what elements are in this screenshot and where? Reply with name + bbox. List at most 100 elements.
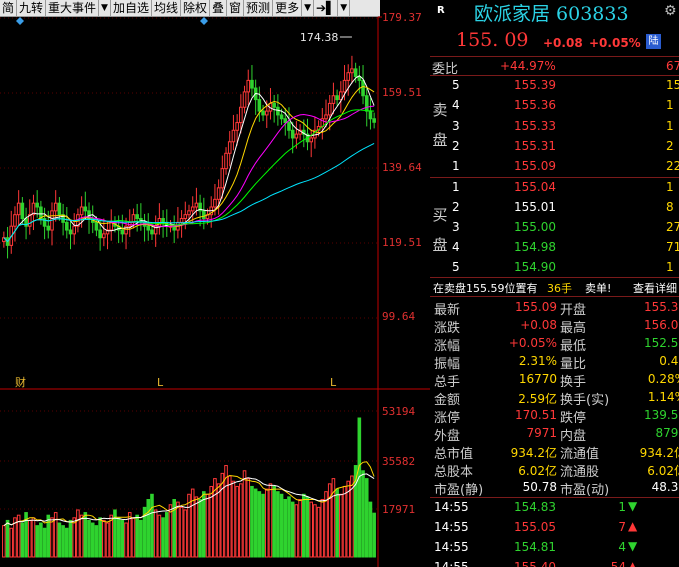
- candle-body: [172, 225, 176, 231]
- candle-body: [79, 206, 84, 216]
- volume-bar: [87, 519, 91, 558]
- volume-bar: [135, 514, 139, 558]
- tick-volume: 1: [618, 500, 626, 514]
- candle-body: [183, 214, 188, 220]
- stat-value: 7971: [526, 426, 557, 440]
- candle-body: [294, 133, 299, 139]
- event-diamond-icon: [200, 17, 208, 25]
- volume-bar: [257, 491, 262, 558]
- candle-body: [327, 102, 332, 116]
- stat-value: +0.05%: [508, 336, 557, 350]
- stat-value: 152.50: [644, 336, 679, 350]
- volume-bar: [31, 517, 36, 558]
- candle-body: [272, 102, 276, 108]
- volume-bar: [205, 493, 210, 558]
- quote-stat-row: 总手 16770换手 0.28%: [430, 371, 679, 390]
- candle-body: [179, 218, 184, 223]
- stat-label: 涨跌: [434, 321, 461, 336]
- tick-price: 155.05: [514, 520, 556, 534]
- candle-body: [331, 95, 336, 104]
- volume-bar: [368, 501, 373, 558]
- sell-level-row[interactable]: 1 155.09 22: [430, 157, 679, 175]
- sell-level-row[interactable]: 2 155.31 2: [430, 137, 679, 155]
- volume-tick-label: 53194: [382, 405, 416, 418]
- price-tick-label: 99.64: [382, 310, 416, 323]
- sell-level-row[interactable]: 5 155.39 15: [430, 76, 679, 94]
- volume-bar: [27, 519, 32, 558]
- volume-bar: [42, 527, 47, 558]
- candle-body: [83, 206, 88, 212]
- candle-body: [279, 114, 284, 120]
- view-detail-link[interactable]: 查看详细: [633, 280, 677, 296]
- stat-value: 48.31: [651, 480, 679, 494]
- tick-time: 14:55: [434, 500, 469, 514]
- divider: [430, 296, 679, 297]
- candle-body: [94, 221, 99, 231]
- candle-body: [368, 110, 373, 120]
- stat-value: 0.49: [659, 354, 679, 368]
- divider: [430, 497, 679, 498]
- buy-level-row[interactable]: 5 154.90 1: [430, 258, 679, 276]
- volume-bar: [339, 493, 343, 558]
- volume-bar: [250, 485, 254, 558]
- candle-body: [135, 214, 139, 220]
- buy-level-row[interactable]: 4 154.98 71: [430, 238, 679, 256]
- candle-body: [224, 152, 228, 170]
- volume-bar: [357, 417, 362, 558]
- gear-icon[interactable]: ⚙: [664, 3, 677, 19]
- volume-bar: [39, 522, 43, 558]
- sell-level-row[interactable]: 3 155.33 1: [430, 117, 679, 135]
- volume-bar: [9, 527, 14, 558]
- volume-bar: [61, 525, 65, 558]
- volume-bar: [272, 485, 276, 558]
- volume-bar: [150, 493, 154, 558]
- stat-label: 最新: [434, 303, 461, 318]
- stat-value: 170.51: [515, 408, 557, 422]
- kline-chart[interactable]: 174.38 财 L L: [0, 0, 430, 567]
- volume-bar: [202, 491, 206, 558]
- volume-bar: [139, 519, 143, 558]
- buy-level-row[interactable]: 1 155.04 1: [430, 178, 679, 196]
- buy-level-row[interactable]: 2 155.01 8: [430, 198, 679, 216]
- volume-bar: [231, 480, 236, 558]
- sell-level-row[interactable]: 4 155.36 1: [430, 96, 679, 114]
- volume-bar: [290, 501, 295, 558]
- volume-bar: [305, 496, 310, 558]
- stock-connect-badge: 陆: [646, 34, 661, 49]
- event-marker-label: L: [157, 376, 164, 389]
- weibi-row: 委比 +44.97% 67: [430, 57, 679, 77]
- candle-body: [57, 202, 62, 216]
- volume-bar: [2, 525, 6, 558]
- candle-body: [72, 225, 77, 235]
- volume-bar: [105, 522, 110, 558]
- candle-body: [68, 229, 73, 235]
- stat-value: 155.32: [644, 300, 679, 314]
- buy-level-row[interactable]: 3 155.00 27: [430, 218, 679, 236]
- volume-bar: [309, 501, 313, 558]
- candle-body: [98, 229, 102, 239]
- volume-bar: [176, 501, 180, 558]
- volume-bar: [194, 496, 199, 558]
- quote-stat-row: 振幅 2.31%量比 0.49: [430, 353, 679, 372]
- tick-row: 14:55 155.40 54 ▲: [430, 559, 679, 567]
- order-alert-text: 在卖盘155.59位置有: [433, 282, 538, 295]
- price-change: +0.08: [543, 36, 583, 50]
- candle-body: [120, 229, 125, 235]
- candle-body: [227, 141, 232, 154]
- candle-body: [287, 122, 291, 131]
- volume-bar: [261, 493, 265, 558]
- candle-body: [346, 72, 351, 81]
- stat-label: 换手(实): [560, 393, 610, 408]
- stat-label: 金额: [434, 393, 461, 408]
- candle-body: [335, 95, 339, 101]
- candle-body: [239, 106, 243, 124]
- volume-bar: [361, 470, 365, 558]
- candle-body: [250, 79, 254, 89]
- order-alert-type: 卖单!: [585, 282, 612, 295]
- stat-value: 6.02亿: [647, 464, 679, 478]
- tick-time: 14:55: [434, 560, 469, 567]
- candle-body: [324, 114, 328, 120]
- candle-body: [216, 187, 221, 200]
- ma60-line: [3, 142, 375, 243]
- stat-label: 总手: [434, 375, 461, 390]
